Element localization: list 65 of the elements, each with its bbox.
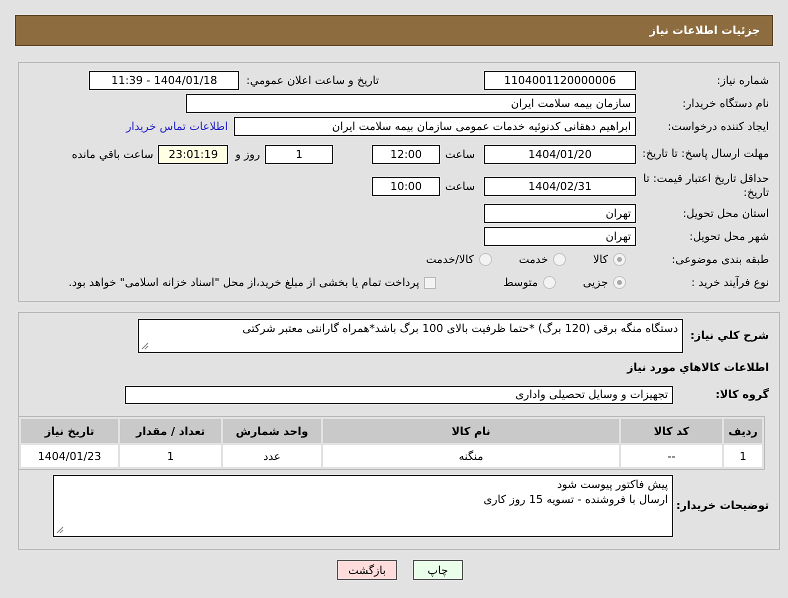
field-label: توضیحات خریدار: [675,499,770,513]
option-label: کالا/خدمت [425,253,475,266]
field-label: تاریخ و ساعت اعلان عمومي: [245,74,380,87]
table-cell: -- [621,445,722,467]
announce-date-field[interactable]: 1404/01/18 - 11:39 [89,71,240,90]
field-label: طبقه بندی موضوعی: [670,252,770,266]
field-label: شهر محل تحویل: [688,230,770,244]
field-label: ساعت [444,180,476,192]
buyer-org-field[interactable]: سازمان بیمه سلامت ایران [186,94,636,113]
note-line: پیش فاکتور پیوست شود [556,478,668,493]
option-label: کالا [592,253,609,266]
radio-button[interactable] [613,276,626,289]
radio-button[interactable] [478,253,492,266]
table-cell: 1 [120,445,221,467]
table-cell: 1 [724,445,762,467]
time-field[interactable]: 10:00 [372,176,440,196]
field-label: نوع فرآیند خرید : [690,276,770,290]
city-field[interactable]: تهران [484,227,636,246]
field-label: ساعت باقي مانده [70,148,154,160]
description-box[interactable]: دستگاه منگه برقی (120 برگ) *حتما ظرفیت بالای 100 برگ باشد*همراه گارانتی معتبر شرکتی [138,319,683,353]
resize-grip-icon[interactable] [141,342,149,350]
back-button[interactable]: بازگشت [337,560,397,580]
date-field[interactable]: 1404/02/31 [484,176,636,196]
goods-group-field[interactable]: تجهیزات و وسایل تحصیلی واداری [125,386,673,404]
date-field[interactable]: 1404/01/20 [484,144,636,164]
print-button[interactable]: چاپ [412,560,463,580]
radio-button[interactable] [613,253,626,266]
field-label: شرح کلي نياز: [689,329,770,343]
column-header: نام کالا [323,419,619,443]
field-label: شماره نیاز: [716,74,770,88]
table-cell: عدد [223,445,321,467]
radio-button[interactable] [553,253,566,266]
field-label: حداقل تاریخ اعتبار قیمت: تا تاریخ: [642,172,770,200]
province-field[interactable]: تهران [484,204,636,223]
field-label: نام دستگاه خریدار: [681,96,770,110]
field-label: مهلت ارسال پاسخ: تا تاریخ: [641,147,770,161]
checkbox-label: پرداخت تمام یا بخشی از مبلغ خرید،از محل "اسناد خزانه اسلامی" خواهد بود. [68,276,420,289]
table-cell: 1404/01/23 [21,445,118,467]
column-header: ردیف [724,419,762,443]
checkbox[interactable] [424,276,436,288]
note-line: ارسال با فروشنده - تسویه 15 روز کاری [482,492,668,508]
time-field[interactable]: 12:00 [372,144,440,164]
field-label: استان محل تحویل: [682,206,770,220]
column-header: واحد شمارش [223,419,321,443]
buyer-notes-box[interactable]: پیش فاکتور پیوست شود ارسال با فروشنده - تسویه 15 روز کاری [53,475,673,537]
buyer-contact-link[interactable]: اطلاعات تماس خریدار [126,120,228,133]
remaining-time-field[interactable]: 23:01:19 [158,144,228,164]
column-header: تاریخ نیاز [21,419,118,443]
field-label: ایجاد کننده درخواست: [666,120,770,134]
field-label: روز و [234,148,262,160]
resize-grip-icon[interactable] [56,526,64,534]
field-label: گروه کالا: [714,388,770,402]
column-header: تعداد / مقدار [120,419,221,443]
table-cell: منگنه [323,445,619,467]
section-heading: اطلاعات کالاهاي مورد نياز [626,360,770,376]
requester-field[interactable]: ابراهیم دهقانی کدنوئیه خدمات عمومی سازمان بیمه سلامت ایران [234,117,636,136]
option-label: متوسط [502,276,539,289]
option-label: جزیی [582,276,609,289]
radio-button[interactable] [542,276,556,289]
field-label: ساعت [444,148,476,160]
column-header: کد کالا [621,419,722,443]
option-label: خدمت [518,253,550,266]
page-title: جزئیات اطلاعات نیاز [650,24,760,37]
need-number-field[interactable]: 1104001120000006 [484,71,636,90]
days-field[interactable]: 1 [265,144,334,164]
